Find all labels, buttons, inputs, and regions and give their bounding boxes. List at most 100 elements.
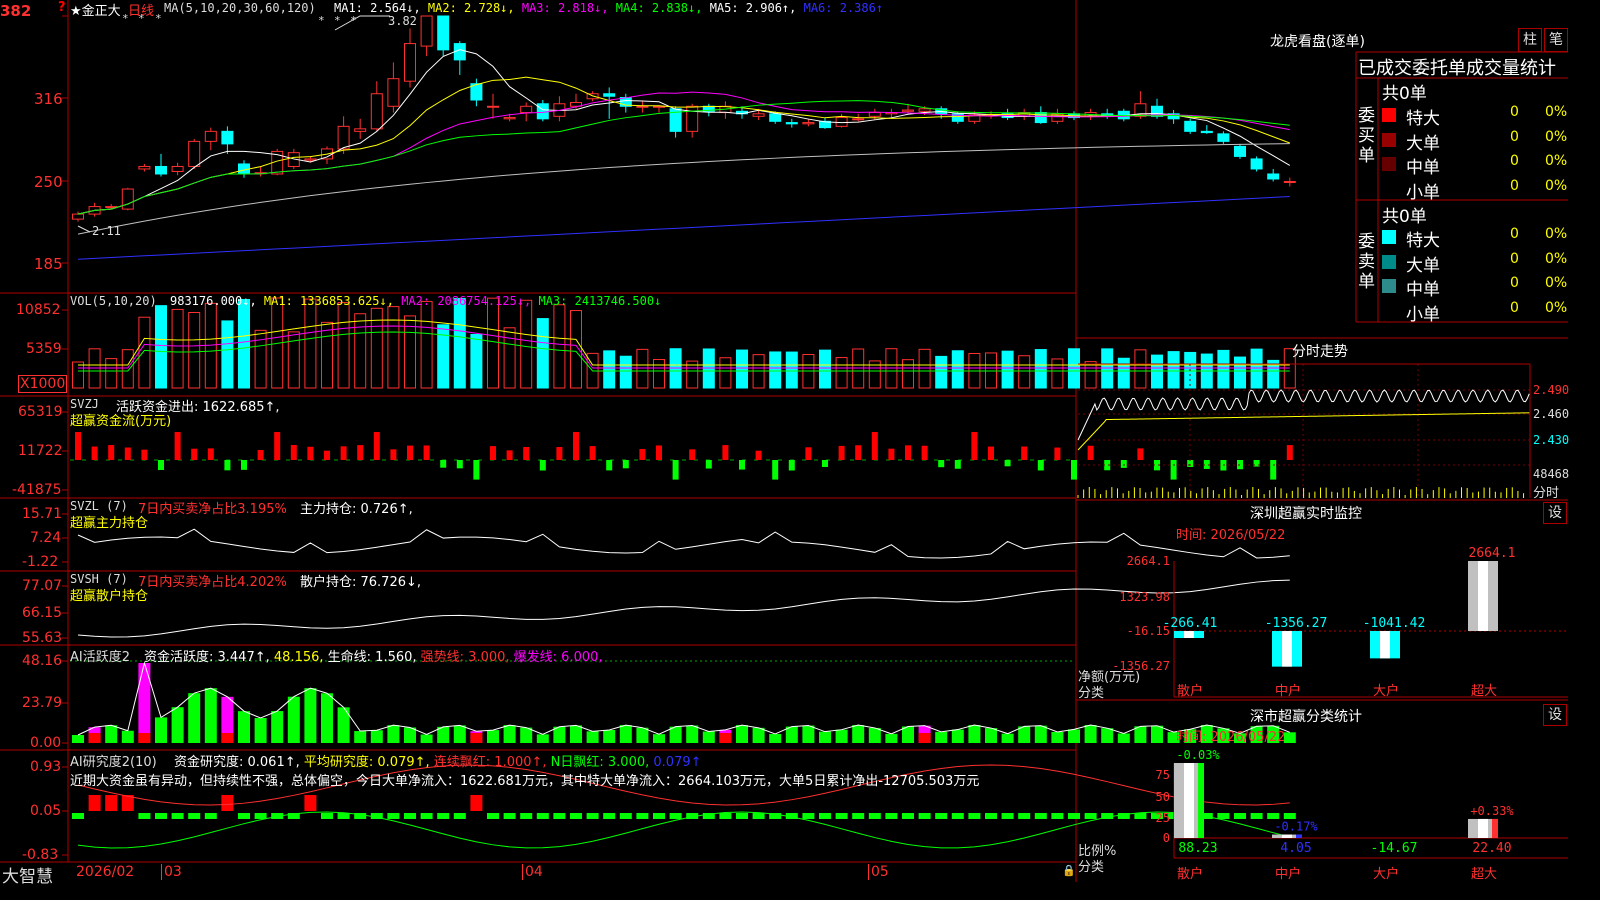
volume-bar	[503, 327, 516, 389]
candle-body	[1200, 130, 1213, 134]
svzj-bar	[656, 445, 662, 460]
ai2-bar	[902, 726, 914, 743]
intraday-avg-line	[1077, 412, 1530, 451]
air-bar	[1134, 813, 1147, 819]
air-bar-red	[88, 795, 101, 811]
ai2-bar	[138, 663, 151, 743]
classify-settings-button[interactable]: 设	[1543, 704, 1567, 726]
air-bar	[1234, 813, 1246, 819]
ai-activity-bars	[72, 661, 1296, 743]
ai2-bar	[1184, 729, 1197, 743]
svzj-bar	[75, 432, 81, 460]
monitor-y-tick: -1356.27	[1112, 659, 1170, 673]
candle-body	[487, 105, 499, 108]
classify-bar-highlight	[1184, 763, 1194, 838]
air-bar	[902, 813, 914, 819]
air-bar	[935, 813, 948, 819]
candle-body	[1250, 158, 1263, 170]
ai2-bar	[321, 693, 333, 743]
svzj-bars	[70, 432, 1293, 480]
air-bar	[619, 813, 632, 819]
svzj-bar	[241, 460, 247, 470]
candle-body	[1267, 173, 1280, 180]
ai2-bar	[619, 725, 632, 743]
candle-body	[420, 15, 433, 47]
svzj-bar	[739, 460, 745, 470]
svzj-bar	[307, 446, 314, 460]
svzj-bar	[871, 432, 878, 460]
svzj-bar	[523, 446, 530, 460]
classify-bottom-label: 4.05	[1280, 841, 1311, 856]
svzj-bar	[622, 460, 629, 469]
air-bar-red	[304, 795, 317, 811]
volume-bar	[985, 352, 997, 389]
stock-chart-canvas[interactable]: * * * * * * 2664.11323.98-16.15-1356.27-266.…	[0, 0, 1568, 882]
air-bar	[437, 813, 450, 819]
air-bar	[503, 813, 516, 819]
svzj-bar	[141, 449, 148, 460]
candle-body	[852, 118, 865, 121]
volume-bar	[487, 297, 499, 389]
svzj-bar	[689, 449, 696, 460]
air-bar	[1051, 813, 1064, 819]
air-bar	[1068, 813, 1080, 819]
candle-body	[437, 15, 450, 51]
volume-bar	[636, 348, 649, 389]
volume-bar	[72, 361, 84, 389]
svzj-bar	[158, 460, 164, 470]
svzj-bar	[755, 450, 762, 460]
air-bar	[420, 813, 433, 819]
air-bar	[1034, 813, 1047, 819]
air-bar	[404, 813, 416, 819]
svzj-bar	[1037, 460, 1044, 471]
air-bar	[387, 813, 400, 819]
classify-bar-edge	[1198, 763, 1204, 838]
air-bar	[570, 813, 582, 819]
air-bar	[1267, 813, 1280, 819]
air-bar	[138, 813, 151, 819]
monitor-category-label: 中户	[1275, 683, 1301, 699]
star-markers: * * * * * *	[122, 12, 357, 27]
classify-bottom-label: 88.23	[1178, 841, 1217, 856]
volume-bar	[470, 333, 483, 389]
pen-mode-button[interactable]: 笔	[1544, 28, 1568, 52]
ai2-bar	[72, 735, 84, 743]
svg-text:*: *	[318, 14, 325, 27]
ai2-bar	[370, 730, 383, 743]
volume-bar	[536, 318, 549, 389]
air-bar	[254, 813, 267, 819]
ai2-bar	[802, 725, 815, 743]
volume-bar	[570, 310, 582, 389]
volume-bar	[1001, 350, 1014, 389]
monitor-bar-highlight	[1380, 631, 1390, 659]
air-bar	[819, 813, 831, 819]
bar-mode-button[interactable]: 柱	[1518, 28, 1542, 52]
volume-bar	[1018, 355, 1031, 389]
volume-bar	[951, 350, 964, 389]
volume-bar	[769, 351, 782, 389]
ai2-bar	[503, 725, 516, 743]
air-bar	[636, 813, 649, 819]
low-pointer	[77, 225, 91, 233]
svzj-bar	[440, 460, 447, 468]
monitor-settings-button[interactable]: 设	[1543, 502, 1567, 524]
ai2-bar	[570, 725, 582, 743]
svzl-line	[77, 528, 1290, 559]
ai2-bar	[1283, 732, 1296, 743]
ai2-bar	[1217, 728, 1230, 743]
air-bar	[204, 813, 217, 819]
air-bar	[835, 813, 848, 819]
svzj-bar	[257, 450, 264, 460]
svzj-bar	[224, 460, 231, 471]
air-bar	[719, 813, 732, 819]
volume-bar	[121, 349, 134, 389]
volume-bar	[171, 308, 184, 389]
candle-body	[802, 122, 815, 125]
volume-bar	[105, 358, 118, 389]
ai2-bar	[1167, 732, 1180, 743]
svzj-bar	[1270, 460, 1277, 480]
ma10-line	[77, 76, 1290, 215]
candle-body	[785, 122, 798, 125]
air-bar	[536, 813, 549, 819]
candle-body	[1283, 181, 1296, 184]
